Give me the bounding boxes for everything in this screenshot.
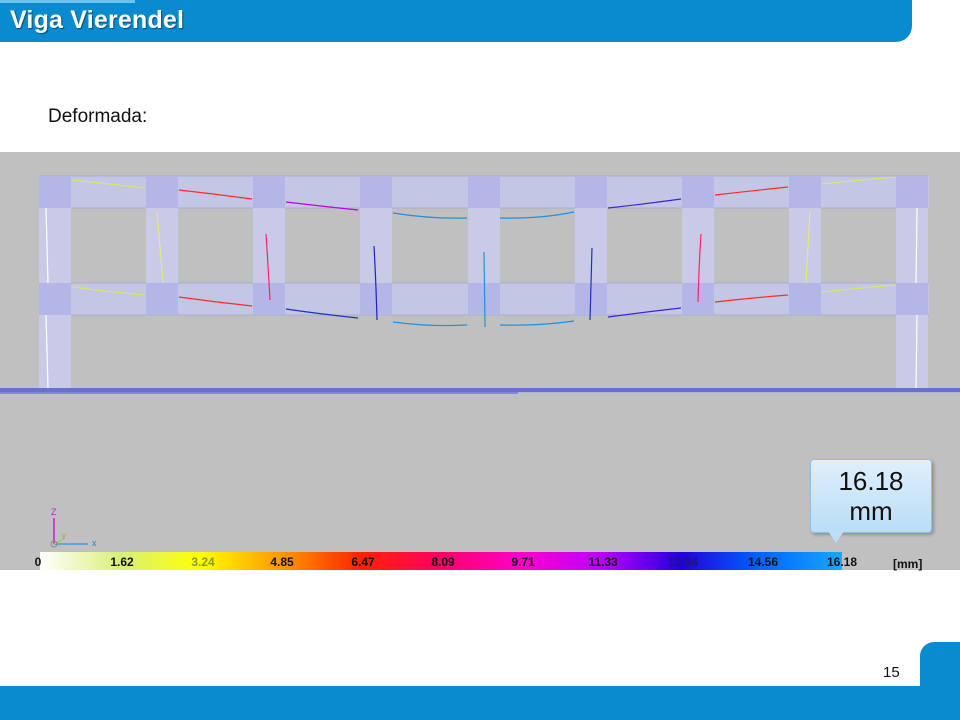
colorbar-tick: 1.62 bbox=[110, 555, 134, 569]
colorbar-tick: 16.18 bbox=[826, 555, 858, 569]
colorbar-scale: 0 1.62 3.24 4.85 6.47 8.09 9.71 11.33 12… bbox=[0, 554, 960, 571]
colorbar-unit: [mm] bbox=[893, 557, 923, 571]
colorbar-tick: 3.24 bbox=[191, 555, 215, 569]
colorbar-tick: 12.94 bbox=[667, 555, 699, 569]
colorbar-tick: 14.56 bbox=[747, 555, 779, 569]
title-highlight bbox=[0, 0, 135, 3]
colorbar-tick: 9.71 bbox=[511, 555, 535, 569]
subtitle: Deformada: bbox=[48, 106, 148, 127]
axis-y-label: y bbox=[62, 531, 66, 540]
max-deflection-callout: 16.18 mm bbox=[810, 459, 932, 533]
slide-title: Viga Vierendel bbox=[10, 6, 185, 34]
ground-line bbox=[0, 388, 960, 392]
title-bar: Viga Vierendel bbox=[0, 0, 912, 42]
colorbar-tick: 0 bbox=[34, 555, 42, 569]
colorbar-tick: 8.09 bbox=[431, 555, 455, 569]
axis-x-label: x bbox=[92, 538, 97, 548]
callout-value: 16.18 bbox=[838, 466, 904, 496]
colorbar-tick: 11.33 bbox=[588, 555, 618, 569]
callout-pointer bbox=[828, 531, 844, 543]
callout-unit: mm bbox=[849, 496, 893, 526]
colorbar-tick: 6.47 bbox=[351, 555, 375, 569]
axis-triad: Z x y bbox=[50, 507, 97, 548]
colorbar-tick: 4.85 bbox=[270, 555, 294, 569]
page-number: 15 bbox=[883, 664, 900, 681]
bottom-bar bbox=[0, 686, 960, 720]
axis-z-label: Z bbox=[51, 507, 57, 517]
